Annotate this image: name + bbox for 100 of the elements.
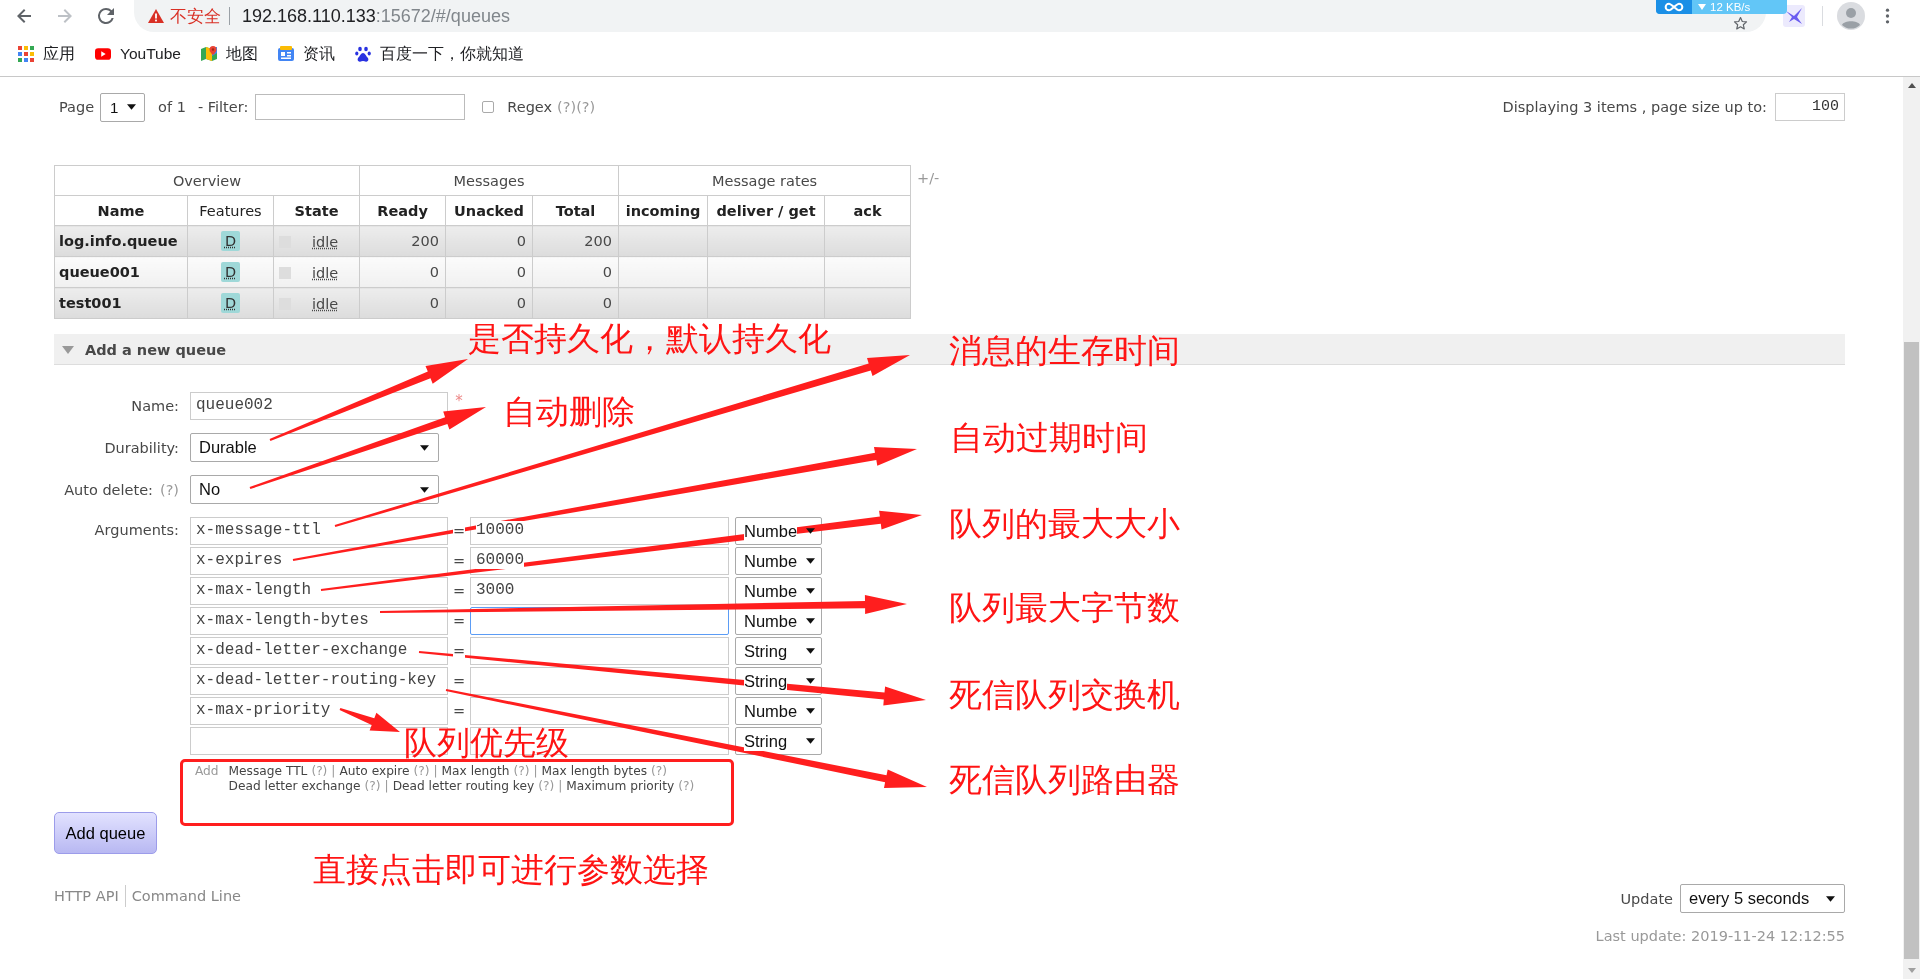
table-cell: 200: [532, 225, 619, 257]
table-cell: 0: [359, 256, 446, 288]
scrollbar-thumb[interactable]: [1904, 342, 1919, 959]
state-text: idle: [312, 233, 339, 250]
warning-icon: [148, 9, 164, 23]
feature-badge: D: [220, 293, 241, 313]
state-text: idle: [312, 264, 339, 281]
annotation-text: 队列优先级: [404, 725, 569, 761]
annotation-text: 死信队列交换机: [949, 677, 1180, 713]
quick-add-link[interactable]: Max length bytes: [541, 764, 647, 779]
type-select[interactable]: Numbe: [735, 577, 822, 605]
field-label: Name:: [130, 398, 179, 414]
field-label: Arguments:: [93, 522, 179, 538]
bookmark-item[interactable]: 资讯: [277, 43, 335, 65]
scroll-down-icon[interactable]: [1907, 968, 1916, 973]
column-header[interactable]: incoming: [618, 195, 708, 226]
footer-link[interactable]: HTTP API: [54, 885, 119, 907]
table-cell: 0: [445, 256, 533, 288]
sparkle-icon[interactable]: [1783, 5, 1805, 27]
argument-value-field[interactable]: [470, 637, 729, 665]
news-icon: [277, 46, 294, 62]
table-cell: 0: [445, 225, 533, 257]
footer-link[interactable]: Command Line: [124, 885, 241, 907]
feature-badge: D: [220, 262, 241, 282]
argument-key-field[interactable]: x-expires: [190, 547, 448, 575]
infinity-logo-icon: [1656, 0, 1692, 14]
argument-key-field[interactable]: x-max-length: [190, 577, 448, 605]
argument-key-field[interactable]: x-max-length-bytes: [190, 607, 448, 635]
type-select[interactable]: Numbe: [735, 517, 822, 545]
scrollbar[interactable]: [1903, 77, 1920, 979]
argument-value-field[interactable]: [470, 697, 729, 725]
annotation-text: 死信队列路由器: [949, 762, 1180, 798]
caret-icon: [127, 104, 137, 110]
field-label: Auto delete:: [64, 481, 153, 498]
type-select[interactable]: String: [735, 727, 822, 755]
bookmark-item[interactable]: 地图: [200, 43, 258, 65]
page-select[interactable]: 1: [100, 92, 146, 122]
argument-value-field[interactable]: 10000: [470, 517, 729, 545]
bookmark-item[interactable]: YouTube: [95, 45, 181, 63]
annotation-text: 自动删除: [503, 394, 635, 430]
state-square-icon: [279, 266, 291, 279]
type-select[interactable]: String: [735, 637, 822, 665]
quick-add-link[interactable]: Message TTL: [228, 764, 308, 779]
caret-icon: [806, 708, 815, 714]
argument-key-field[interactable]: x-message-ttl: [190, 517, 448, 545]
queue-name-cell[interactable]: queue001: [54, 256, 188, 288]
speed-reading: 12 KB/s: [1710, 1, 1751, 13]
argument-value-field[interactable]: 3000: [470, 577, 729, 605]
column-header[interactable]: Ready: [359, 195, 446, 226]
argument-value-field[interactable]: [470, 667, 729, 695]
reload-icon[interactable]: [96, 6, 116, 26]
argument-key-field[interactable]: x-max-priority: [190, 697, 448, 725]
quick-add-link[interactable]: Auto expire: [339, 764, 410, 779]
caret-icon: [806, 618, 815, 624]
name-field[interactable]: queue002: [190, 392, 448, 420]
state-text: idle: [312, 295, 339, 312]
down-triangle-icon: [1698, 4, 1706, 10]
argument-key-field[interactable]: x-dead-letter-exchange: [190, 637, 448, 665]
security-warning-text: 不安全: [170, 5, 221, 28]
type-select[interactable]: Numbe: [735, 547, 822, 575]
type-select[interactable]: Numbe: [735, 607, 822, 635]
column-header[interactable]: Unacked: [445, 195, 533, 226]
update-interval-select[interactable]: every 5 seconds: [1680, 884, 1845, 913]
annotation-text: 队列最大字节数: [949, 590, 1180, 626]
star-icon[interactable]: [1733, 16, 1748, 31]
filter-field[interactable]: [255, 94, 466, 120]
queue-name-cell[interactable]: log.info.queue: [54, 225, 188, 257]
column-group-header: Messages: [359, 165, 619, 196]
scroll-up-icon[interactable]: [1907, 83, 1916, 88]
durability-select[interactable]: Durable: [190, 433, 439, 462]
url-text[interactable]: 192.168.110.133:15672/#/queues: [242, 5, 510, 27]
column-header[interactable]: ack: [824, 195, 911, 226]
column-header[interactable]: deliver / get: [707, 195, 825, 226]
avatar-icon[interactable]: [1837, 2, 1865, 30]
quick-add-link[interactable]: Dead letter routing key: [392, 779, 535, 794]
add-queue-button[interactable]: Add queue: [54, 812, 157, 854]
annotation-arrow: [339, 708, 400, 732]
regex-checkbox[interactable]: [482, 101, 495, 113]
type-select[interactable]: Numbe: [735, 697, 822, 725]
table-cell: 0: [532, 287, 619, 319]
page-size-field[interactable]: 100: [1775, 93, 1845, 121]
column-group-header: Overview: [54, 165, 360, 196]
bookmark-item[interactable]: 百度一下，你就知道: [354, 43, 524, 65]
annotation-text: 是否持久化，默认持久化: [468, 321, 831, 357]
link-separator: |: [433, 764, 438, 779]
column-header[interactable]: State: [273, 195, 360, 226]
menu-icon[interactable]: [1885, 7, 1890, 25]
last-update-text: Last update: 2019-11-24 12:12:55: [1595, 928, 1845, 944]
auto-delete-select[interactable]: No: [190, 475, 439, 504]
queue-name-cell[interactable]: test001: [54, 287, 188, 319]
annotation-text: 消息的生存时间: [949, 333, 1180, 369]
quick-add-link[interactable]: Maximum priority: [566, 779, 675, 794]
bookmark-item[interactable]: 应用: [18, 43, 75, 65]
argument-key-field[interactable]: x-dead-letter-routing-key: [190, 667, 448, 695]
quick-add-link[interactable]: Dead letter exchange: [228, 779, 361, 794]
column-header[interactable]: Total: [532, 195, 619, 226]
link-separator: |: [331, 764, 336, 779]
column-header[interactable]: Name: [54, 195, 188, 226]
quick-add-link[interactable]: Max length: [441, 764, 510, 779]
section-header[interactable]: Add a new queue: [62, 341, 227, 358]
